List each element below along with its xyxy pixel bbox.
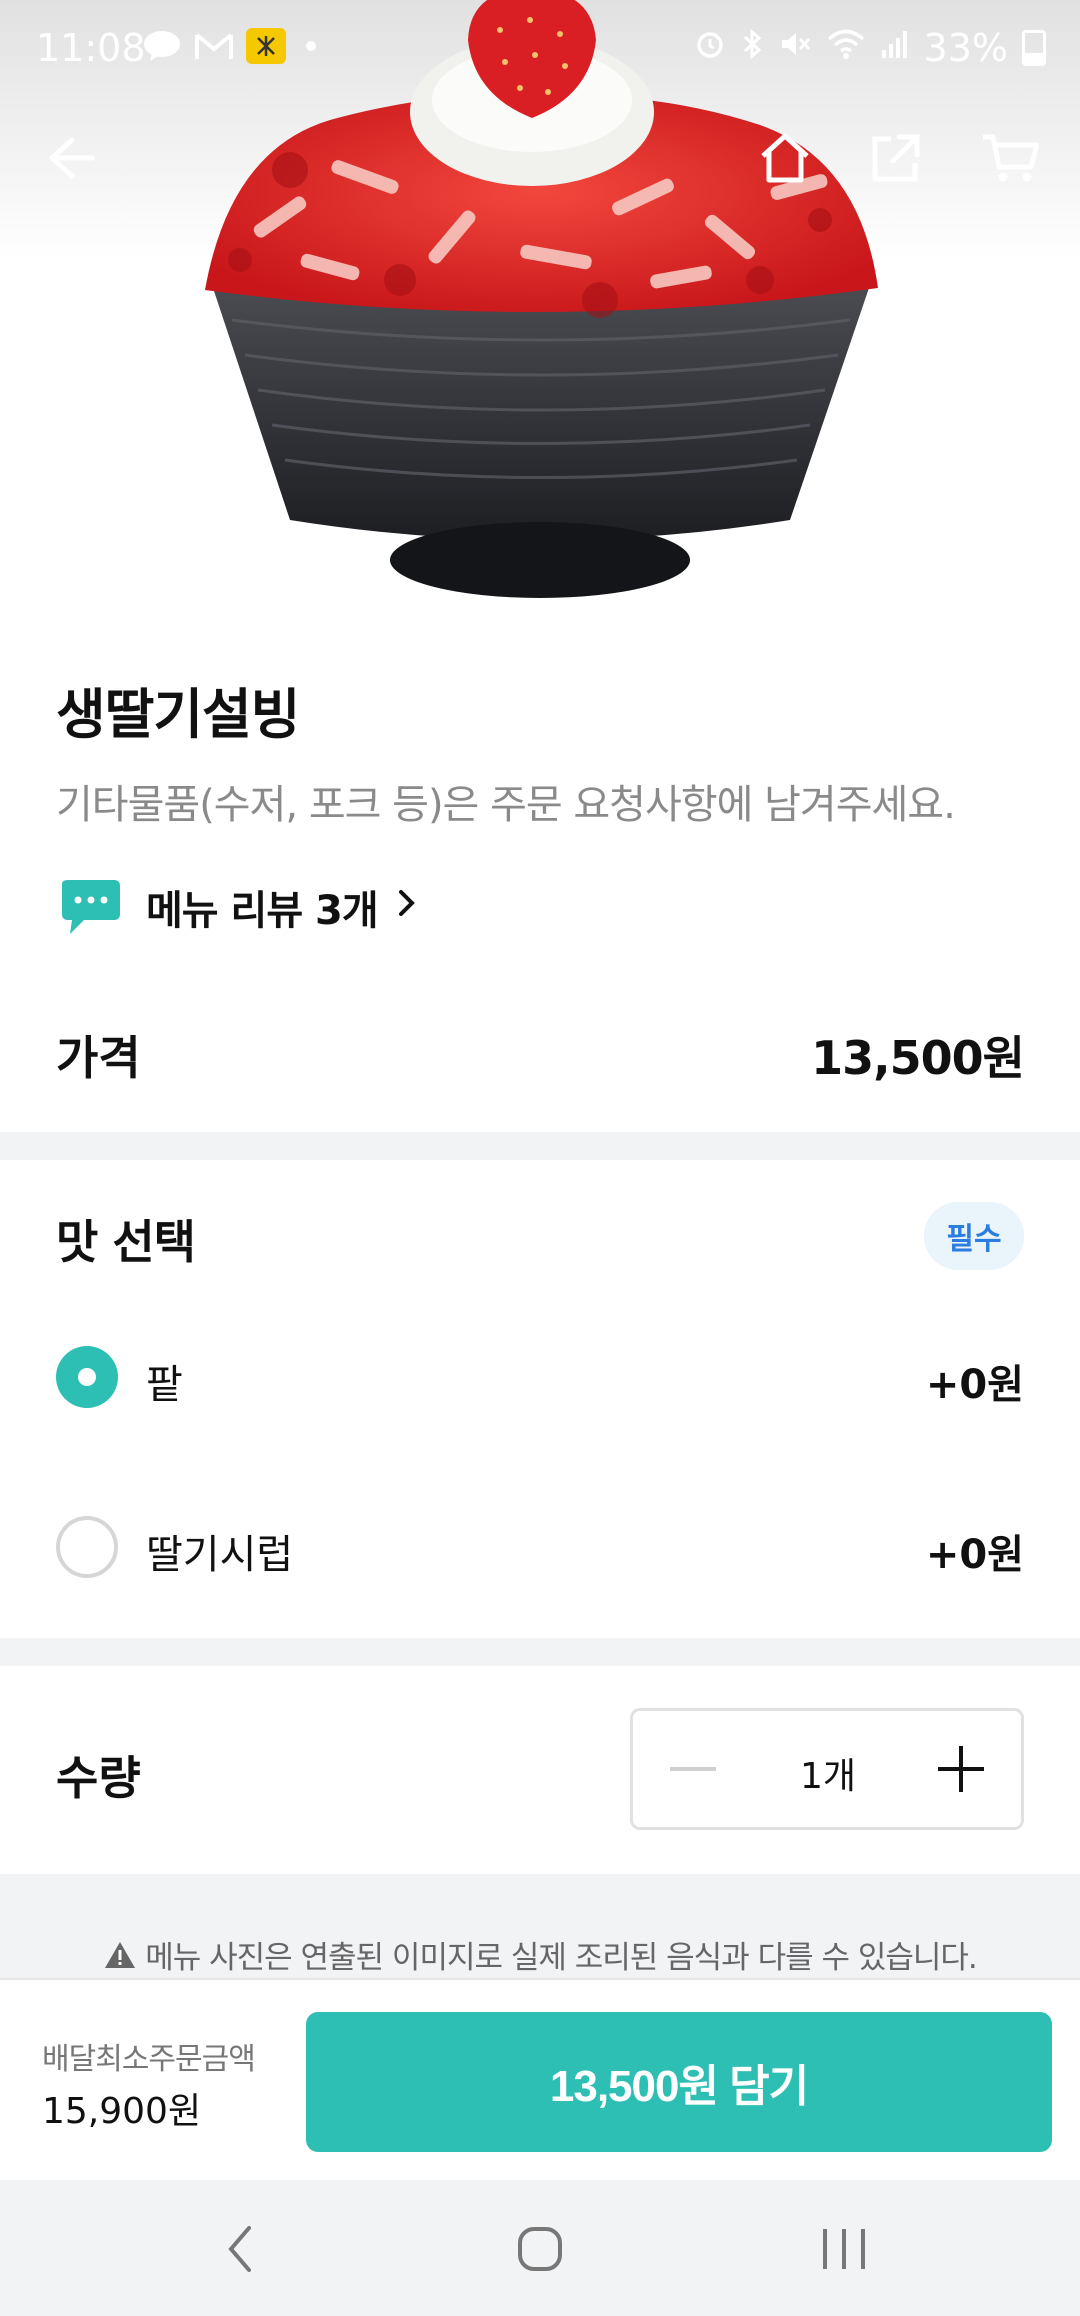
battery-icon [1022,30,1046,66]
chevron-right-icon [396,884,418,930]
section-divider [0,1132,1080,1160]
android-navigation-bar [0,2180,1080,2316]
system-back-icon[interactable] [200,2214,280,2284]
review-link-label: 메뉴 리뷰 3개 [146,888,379,934]
status-time: 11:08 [36,26,146,70]
home-icon[interactable] [755,128,815,188]
radio-unselected-icon[interactable] [56,1516,118,1578]
plus-icon[interactable] [901,1711,1021,1827]
cart-icon[interactable] [980,128,1040,188]
min-order-value: 15,900원 [42,2091,202,2132]
option-price: +0원 [925,1362,1024,1408]
quantity-label: 수량 [56,1751,141,1805]
menu-item-name: 생딸기설빙 [56,683,300,746]
min-order-label: 배달최소주문금액 [42,2042,256,2077]
alarm-icon [694,28,726,68]
system-recent-apps-icon[interactable] [804,2214,884,2284]
status-bar: 11:08 33% [0,0,1080,96]
notification-dot-icon [306,41,316,51]
share-icon[interactable] [866,128,926,188]
back-arrow-icon[interactable] [40,128,100,188]
bottom-order-bar: 배달최소주문금액 15,900원 13,500원 담기 [0,1978,1080,2180]
system-home-icon[interactable] [500,2214,580,2284]
price-value: 13,500원 [811,1031,1025,1085]
gmail-icon [194,28,234,64]
warning-icon [105,1941,136,1968]
kb-app-icon [246,28,286,64]
menu-review-link[interactable]: 메뉴 리뷰 3개 [56,878,418,936]
chat-bubble-icon [62,880,120,934]
quantity-section: 수량 1개 [0,1666,1080,1874]
battery-percent: 33% [923,26,1008,70]
option-row-red-bean[interactable]: 팥 +0원 [0,1320,1080,1440]
required-badge: 필수 [924,1202,1024,1270]
quantity-value: 1개 [799,1756,857,1797]
section-divider [0,1638,1080,1666]
add-to-cart-button[interactable]: 13,500원 담기 [306,2012,1052,2152]
notice-text: 메뉴 사진은 연출된 이미지로 실제 조리된 음식과 다를 수 있습니다. [145,1940,978,1976]
wifi-icon [826,28,866,68]
radio-selected-icon[interactable] [56,1346,118,1408]
option-label: 팥 [146,1362,183,1408]
minus-icon[interactable] [633,1711,753,1827]
option-group-title: 맛 선택 [56,1215,196,1269]
option-price: +0원 [925,1532,1024,1578]
menu-info-section: 생딸기설빙 기타물품(수저, 포크 등)은 주문 요청사항에 남겨주세요. 메뉴… [0,610,1080,1130]
quantity-stepper: 1개 [630,1708,1024,1830]
flavor-option-section: 맛 선택 필수 팥 +0원 딸기시럽 +0원 [0,1160,1080,1638]
top-navigation [0,118,1080,198]
talk-icon [142,28,182,64]
option-label: 딸기시럽 [146,1532,294,1578]
mute-icon [778,28,812,68]
notice-area: 메뉴 사진은 연출된 이미지로 실제 조리된 음식과 다를 수 있습니다. [0,1874,1080,1978]
option-row-strawberry-syrup[interactable]: 딸기시럽 +0원 [0,1490,1080,1610]
signal-icon [880,28,910,68]
photo-notice: 메뉴 사진은 연출된 이미지로 실제 조리된 음식과 다를 수 있습니다. [0,1932,1080,1977]
menu-item-description: 기타물품(수저, 포크 등)은 주문 요청사항에 남겨주세요. [56,782,956,828]
price-label: 가격 [56,1031,141,1085]
bluetooth-icon [740,28,764,68]
